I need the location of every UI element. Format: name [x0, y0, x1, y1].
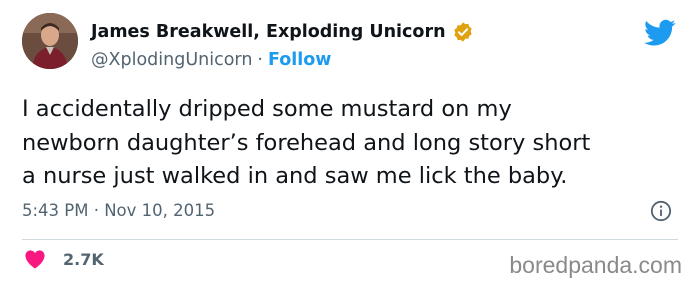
twitter-logo-icon[interactable]: [644, 19, 676, 47]
tweet-text-line: newborn daughter’s forehead and long sto…: [22, 129, 591, 156]
heart-icon: [25, 250, 45, 269]
watermark: boredpanda.com: [509, 252, 682, 278]
author-name[interactable]: James Breakwell, Exploding Unicorn: [91, 22, 446, 42]
tweet-card: James Breakwell, Exploding Unicorn @Xplo…: [0, 0, 700, 288]
author-name-row: James Breakwell, Exploding Unicorn: [91, 21, 474, 43]
avatar[interactable]: [22, 13, 78, 69]
follow-button[interactable]: Follow: [268, 50, 331, 70]
divider: [22, 239, 678, 240]
tweet-text-line: a nurse just walked in and saw me lick t…: [22, 163, 568, 189]
info-icon[interactable]: [650, 200, 672, 222]
like-button[interactable]: 2.7K: [24, 249, 104, 269]
separator-dot: ·: [257, 50, 263, 70]
tweet-timestamp[interactable]: 5:43 PM · Nov 10, 2015: [22, 201, 215, 220]
author-handle[interactable]: @XplodingUnicorn: [91, 50, 252, 70]
like-count: 2.7K: [63, 249, 104, 269]
author-handle-row: @XplodingUnicorn · Follow: [91, 50, 331, 70]
tweet-text-line: I accidentally dripped some mustard on m…: [22, 96, 512, 122]
tweet-text: I accidentally dripped some mustard on m…: [22, 93, 682, 194]
verified-badge-icon: [453, 22, 472, 42]
